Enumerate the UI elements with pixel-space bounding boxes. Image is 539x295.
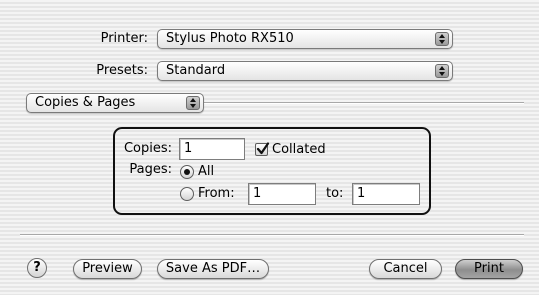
print-button[interactable]: Print — [455, 259, 523, 279]
panel-popup-value: Copies & Pages — [35, 95, 136, 110]
pages-from-field[interactable]: 1 — [248, 183, 316, 205]
up-down-arrows-icon — [435, 32, 449, 46]
pages-all-radio[interactable] — [180, 165, 194, 179]
pages-from-label: From: — [198, 186, 235, 201]
bottom-separator — [20, 234, 524, 236]
up-down-arrows-icon — [186, 96, 200, 110]
pages-all-label: All — [198, 164, 215, 179]
radio-dot-icon — [184, 169, 190, 175]
printer-label: Printer: — [100, 31, 148, 46]
cancel-button[interactable]: Cancel — [369, 259, 442, 279]
up-down-arrows-icon — [435, 64, 449, 78]
presets-label: Presets: — [96, 63, 148, 78]
save-as-pdf-button[interactable]: Save As PDF… — [157, 259, 269, 279]
pages-to-field[interactable]: 1 — [352, 183, 420, 205]
preview-button[interactable]: Preview — [73, 259, 142, 279]
print-dialog: { "printer": { "label": "Printer:", "val… — [0, 0, 539, 295]
printer-popup-value: Stylus Photo RX510 — [166, 31, 294, 46]
copies-label: Copies: — [123, 141, 172, 156]
help-button[interactable]: ? — [27, 258, 47, 278]
copies-field[interactable]: 1 — [179, 138, 245, 160]
presets-popup[interactable]: Standard — [157, 61, 453, 81]
collated-checkbox[interactable] — [255, 142, 270, 156]
checkmark-icon — [256, 142, 270, 155]
presets-popup-value: Standard — [166, 63, 226, 78]
pages-to-label: to: — [326, 186, 344, 201]
collated-label: Collated — [272, 142, 326, 157]
printer-popup[interactable]: Stylus Photo RX510 — [157, 29, 453, 49]
panel-separator — [204, 102, 524, 104]
panel-popup[interactable]: Copies & Pages — [26, 93, 204, 113]
pages-label: Pages: — [129, 162, 172, 177]
pages-from-radio[interactable] — [180, 187, 194, 201]
